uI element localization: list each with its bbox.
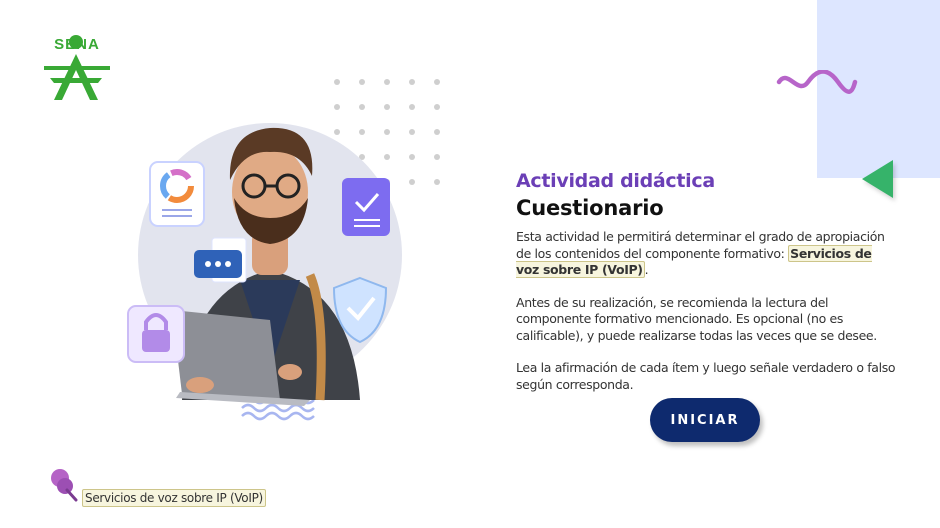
page-title: Cuestionario [516,196,664,220]
sena-logo: SENA [40,34,114,104]
pushpin-icon [51,469,78,502]
person-with-laptop-illustration [127,123,402,421]
checklist-icon [342,178,390,236]
decorative-wave [776,70,858,94]
intro-paragraph: Esta actividad le permitirá determinar e… [516,229,896,279]
course-tag: Servicios de voz sobre IP (VoIP) [82,489,266,507]
activity-intro: Actividad didáctica Cuestionario Esta ac… [516,170,896,409]
instructions-paragraph: Lea la afirmación de cada ítem y luego s… [516,360,896,392]
recommendation-paragraph: Antes de su realización, se recomienda l… [516,294,877,343]
chart-card-icon [149,161,205,227]
lock-icon [127,305,185,363]
start-button[interactable]: INICIAR [650,398,760,442]
logo-text: SENA [54,36,100,53]
activity-eyebrow: Actividad didáctica [516,170,715,192]
intro-end: . [644,262,649,277]
